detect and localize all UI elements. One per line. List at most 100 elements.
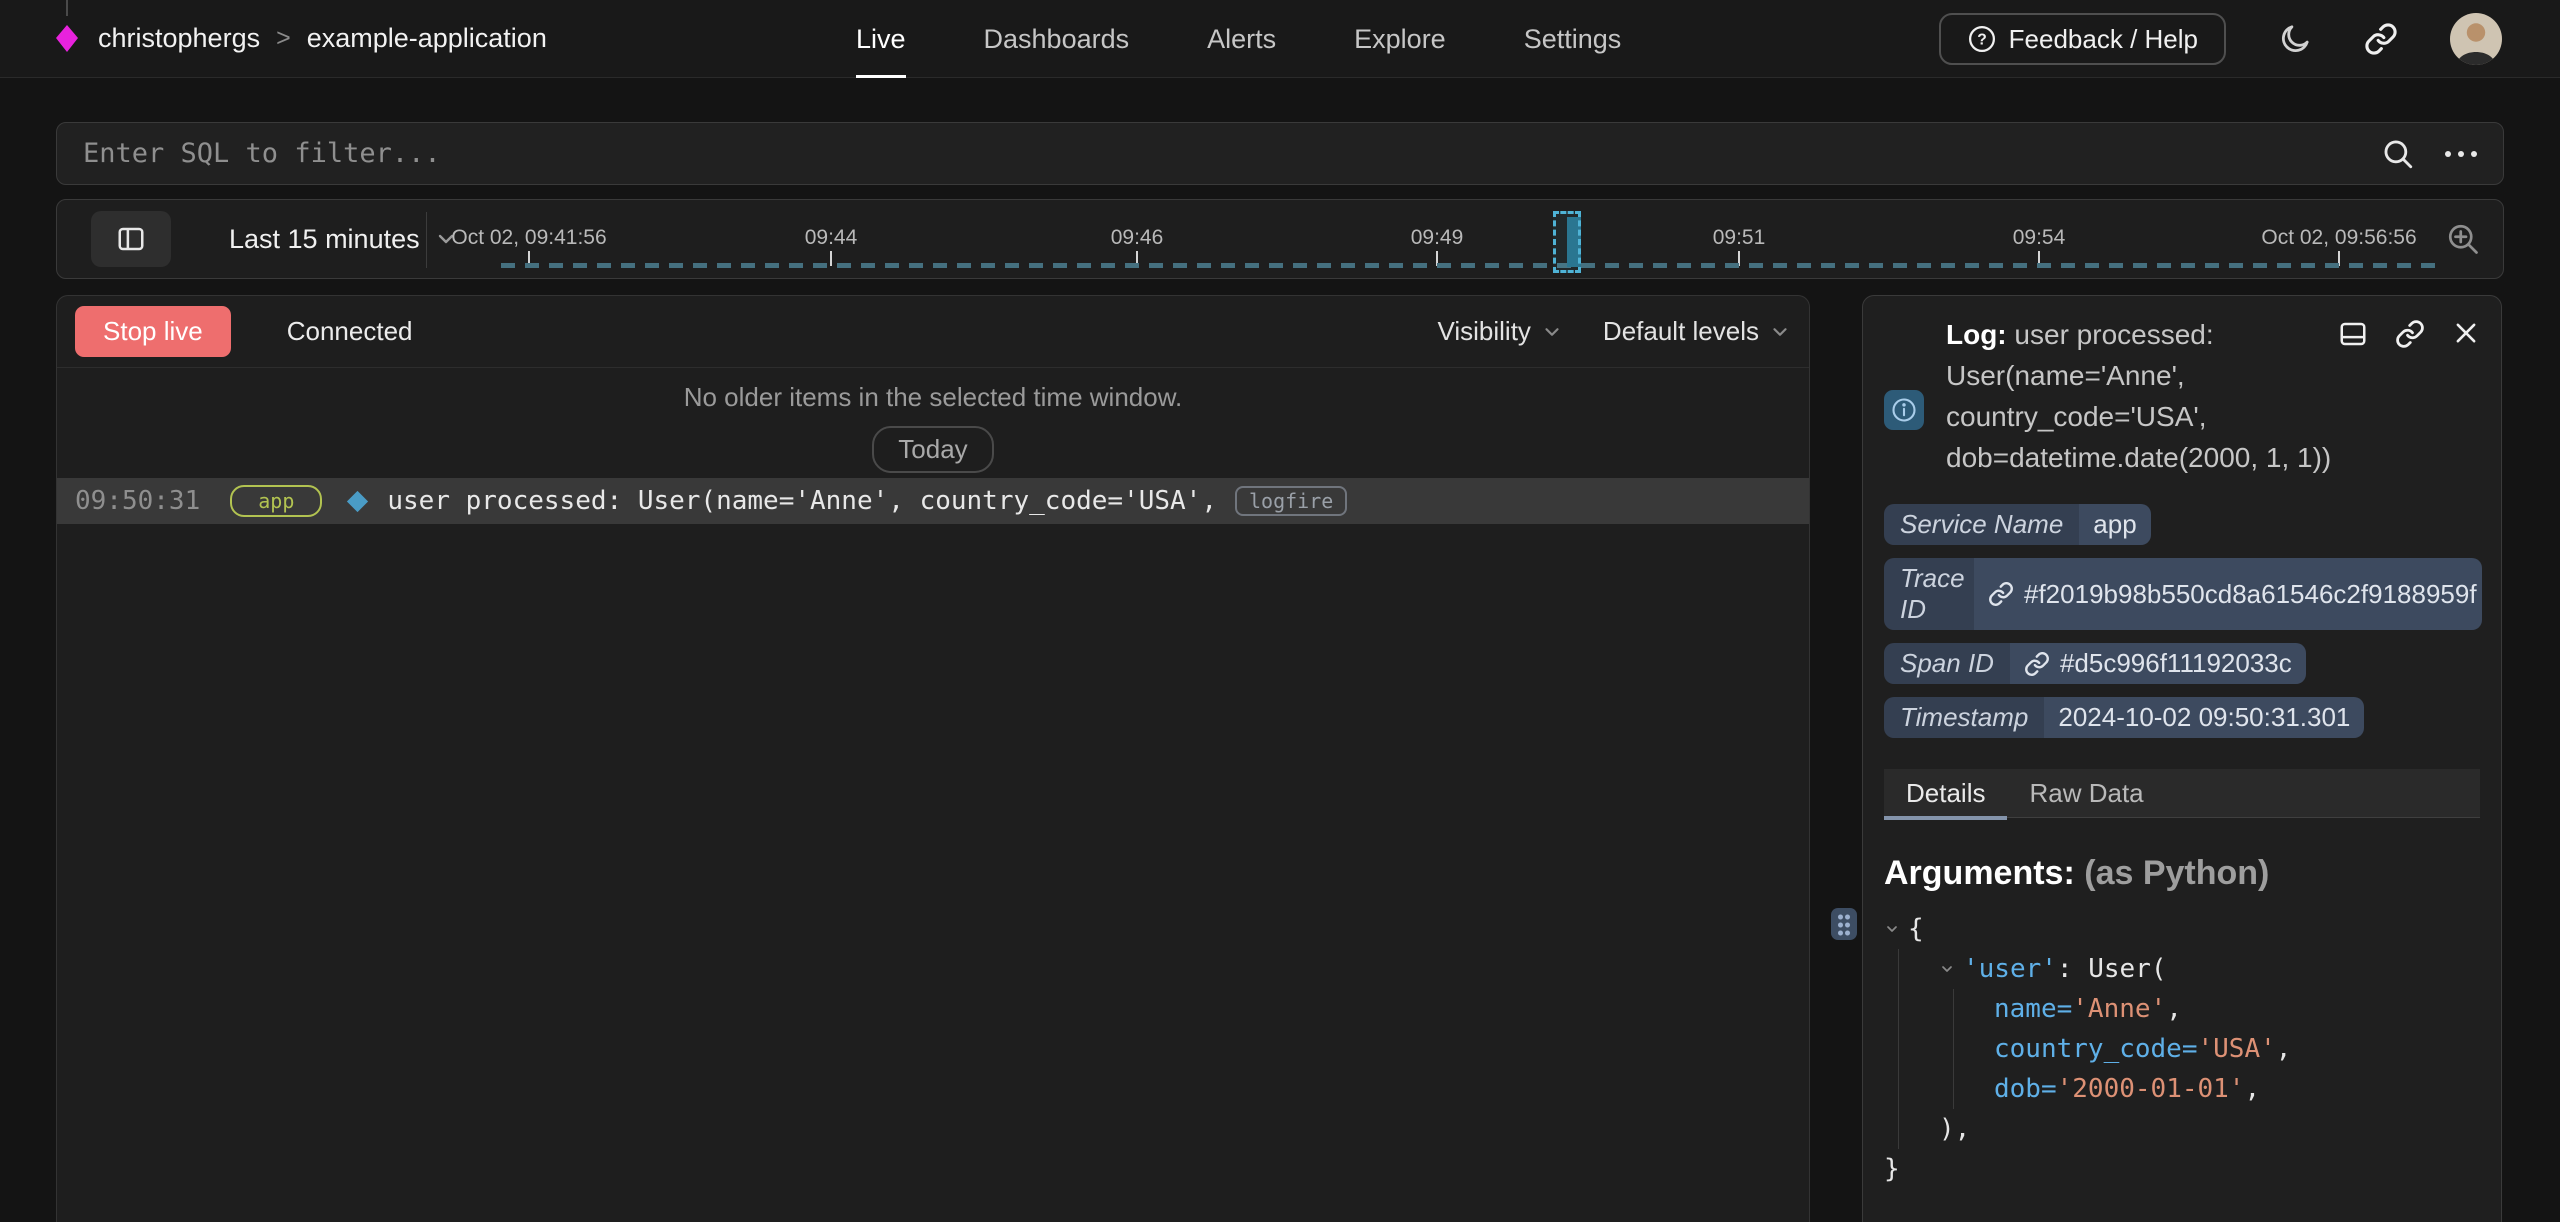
live-toolbar: Stop live Connected Visibility Default l… [57,296,1809,368]
detail-tabs: Details Raw Data [1884,769,2480,818]
nav-tab-alerts[interactable]: Alerts [1207,0,1276,78]
timeline-selection-region[interactable] [1553,211,1581,273]
feedback-help-label: Feedback / Help [2009,24,2198,55]
log-level-diamond-icon [347,490,368,511]
span-id-value[interactable]: #d5c996f11192033c [2060,648,2292,679]
service-badge[interactable]: app [230,485,322,517]
link-icon[interactable] [1988,581,2014,607]
breadcrumb: christophergs > example-application [98,23,547,54]
close-panel-button[interactable] [2452,319,2480,349]
breadcrumb-project[interactable]: example-application [307,23,547,54]
default-levels-dropdown[interactable]: Default levels [1603,316,1791,347]
dot-grid-icon [1837,913,1851,936]
chevron-down-icon [1769,321,1791,343]
search-icon[interactable] [2381,137,2415,171]
arguments-code-block: { 'user': User( name='Anne', country_cod… [1884,909,2480,1189]
sql-filter-bar [56,122,2504,185]
detail-kind: Log: [1946,319,2007,350]
tick-label: Oct 02, 09:56:56 [2261,226,2416,250]
link-icon[interactable] [2024,651,2050,677]
logfire-logo-icon[interactable] [56,25,78,52]
code-line: country_code='USA', [1994,1029,2480,1069]
tab-raw-data[interactable]: Raw Data [2007,769,2165,817]
detail-header: Log: user processed: User(name='Anne', c… [1884,314,2480,478]
breadcrumb-separator: > [276,24,291,53]
user-avatar[interactable] [2450,13,2502,65]
navbar-right: ? Feedback / Help [1939,0,2502,78]
question-circle-icon: ? [1967,24,1997,54]
tick-label: 09:46 [1111,226,1164,250]
detail-actions [2338,319,2480,349]
chip-label: Timestamp [1884,697,2044,738]
zoom-in-button[interactable] [2445,221,2481,257]
sql-filter-input[interactable] [83,138,2381,169]
connection-status: Connected [287,316,413,347]
svg-text:?: ? [1977,32,1987,49]
code-line: } [1884,1149,2480,1189]
breadcrumb-org[interactable]: christophergs [98,23,260,54]
sidebar-panel-icon [116,224,146,254]
tick-label: Oct 02, 09:41:56 [451,226,606,250]
link-icon [2364,22,2398,56]
share-link-button[interactable] [2364,22,2398,56]
stop-live-button[interactable]: Stop live [75,306,231,357]
code-line: dob='2000-01-01', [1994,1069,2480,1109]
more-options-icon[interactable] [2445,151,2477,157]
empty-zone: No older items in the selected time wind… [57,368,1809,473]
moon-icon [2278,22,2312,56]
timeline-area: Oct 02, 09:41:56 09:44 09:46 09:49 09:51… [441,200,2441,278]
log-message: user processed: User(name='Anne', countr… [387,486,1217,516]
service-name-chip: Service Name app [1884,504,2151,545]
close-icon [2452,319,2480,347]
arguments-heading: Arguments: (as Python) [1884,854,2480,893]
timeline-divider [426,212,427,268]
feedback-help-button[interactable]: ? Feedback / Help [1939,13,2226,65]
split-view-button[interactable] [2338,319,2368,349]
chip-label: Service Name [1884,504,2079,545]
trace-id-value[interactable]: #f2019b98b550cd8a61546c2f9188959f [2024,579,2477,610]
time-range-selector[interactable]: Last 15 minutes [229,224,458,255]
time-range-label: Last 15 minutes [229,224,420,255]
code-line: 'user': User( [1939,949,2480,989]
timestamp-chip: Timestamp 2024-10-02 09:50:31.301 [1884,697,2364,738]
today-button[interactable]: Today [872,426,993,473]
tick-label: 09:49 [1411,226,1464,250]
span-id-chip: Span ID #d5c996f11192033c [1884,643,2306,684]
filter-actions [2381,137,2477,171]
panel-resize-handle[interactable] [1831,908,1857,940]
code-line: name='Anne', [1994,989,2480,1029]
tick-label: 09:54 [2013,226,2066,250]
code-line: { [1884,909,2480,949]
panel-bottom-icon [2338,319,2368,349]
top-navbar: christophergs > example-application Live… [0,0,2560,78]
brand: christophergs > example-application [56,23,547,54]
timeline-bar: Last 15 minutes Oct 02, 09:41:56 09:44 0… [56,199,2504,279]
arguments-format: (as Python) [2084,854,2269,892]
nav-tab-dashboards[interactable]: Dashboards [984,0,1130,78]
magnifier-plus-icon [2445,221,2481,257]
tab-details[interactable]: Details [1884,769,2007,817]
code-line: ), [1939,1109,2480,1149]
sidebar-toggle-button[interactable] [91,211,171,267]
chip-label: Trace ID [1884,558,1974,630]
nav-tab-live[interactable]: Live [856,0,906,78]
log-timestamp: 09:50:31 [75,486,200,516]
visibility-dropdown[interactable]: Visibility [1437,316,1562,347]
collapse-caret-icon[interactable] [1939,961,1955,977]
avatar-photo [2450,13,2502,65]
nav-tab-explore[interactable]: Explore [1354,0,1446,78]
chip-value: app [2079,504,2150,545]
copy-link-button[interactable] [2395,319,2425,349]
live-log-panel: Stop live Connected Visibility Default l… [56,295,1810,1222]
log-row-selected[interactable]: 09:50:31 app user processed: User(name='… [57,478,1809,524]
log-detail-panel: Log: user processed: User(name='Anne', c… [1862,295,2502,1222]
timestamp-value: 2024-10-02 09:50:31.301 [2044,697,2364,738]
link-icon [2395,319,2425,349]
logo-stem [66,0,68,16]
chevron-down-icon [1541,321,1563,343]
info-level-badge [1884,390,1924,430]
logfire-tag[interactable]: logfire [1235,486,1347,516]
nav-tab-settings[interactable]: Settings [1524,0,1622,78]
collapse-caret-icon[interactable] [1884,921,1900,937]
dark-mode-toggle[interactable] [2278,22,2312,56]
